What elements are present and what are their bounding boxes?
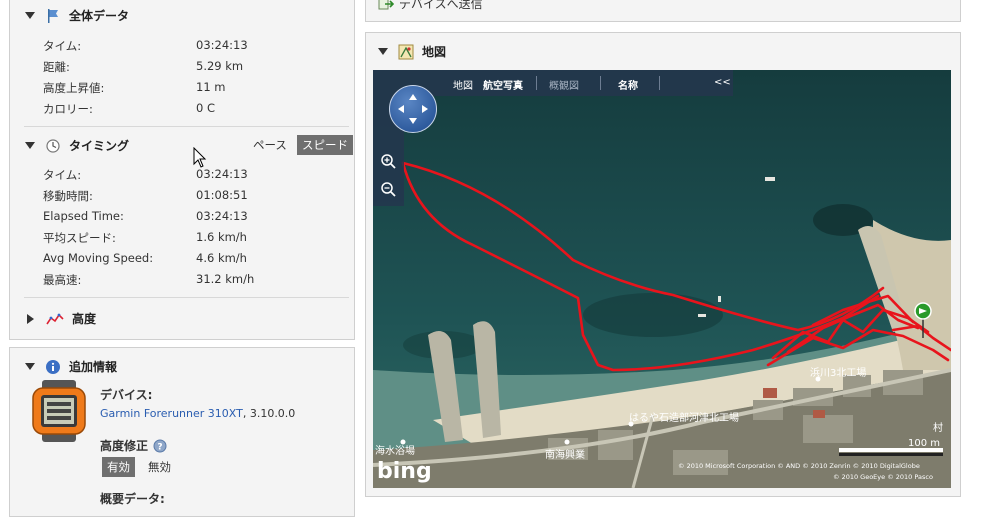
speed-toggle[interactable]: スピード — [297, 135, 353, 155]
zoom-out-icon — [381, 182, 396, 197]
bing-logo: bing — [377, 459, 432, 484]
copyright-line-2: © 2010 GeoEye © 2010 Pasco — [833, 473, 933, 481]
divider — [24, 126, 349, 127]
overall-calories-value: 0 C — [196, 101, 216, 115]
device-version: , 3.10.0.0 — [242, 407, 296, 420]
place-label-nankai: 南海興業 — [545, 448, 585, 461]
tab-divider — [600, 76, 601, 90]
zoom-in-icon — [381, 154, 396, 169]
overall-time-value: 03:24:13 — [196, 38, 248, 52]
expand-triangle-icon[interactable] — [27, 313, 34, 324]
aerial-imagery: 海水浴場 南海興業 はるや石造部河津北工場 浜川3北工場 村 100 m bin… — [373, 70, 951, 488]
tab-divider — [659, 76, 660, 90]
overall-calories-label: カロリー: — [43, 102, 93, 116]
divider — [24, 297, 349, 298]
overall-ascent-value: 11 m — [196, 80, 226, 94]
tab-divider — [536, 76, 537, 90]
enabled-toggle[interactable]: 有効 — [102, 457, 135, 477]
help-icon[interactable]: ? — [153, 439, 167, 453]
zoom-out-button[interactable] — [380, 181, 396, 197]
disabled-toggle[interactable]: 無効 — [143, 457, 176, 477]
timing-title: タイミング — [69, 139, 130, 153]
device-watch-image — [32, 380, 86, 442]
moving-time-label: 移動時間: — [43, 189, 93, 203]
extra-info-header[interactable]: 追加情報 — [25, 358, 117, 375]
elev-correction-label: 高度修正 — [100, 439, 149, 453]
map-title: 地図 — [422, 45, 447, 59]
clock-icon — [46, 138, 60, 153]
overall-distance-label: 距離: — [43, 60, 70, 74]
map-tab-labels[interactable]: 名称 — [618, 77, 638, 92]
pan-arrows-icon — [398, 94, 428, 124]
moving-time-value: 01:08:51 — [196, 188, 248, 202]
timing-time-label: タイム: — [43, 168, 82, 182]
map-tab-aerial[interactable]: 航空写真 — [483, 77, 523, 92]
collapse-triangle-icon[interactable] — [25, 363, 35, 370]
overall-title: 全体データ — [69, 9, 130, 23]
timing-header[interactable]: タイミング — [25, 137, 129, 154]
summary-panel: 全体データ タイム: 03:24:13 距離: 5.29 km 高度上昇値: 1… — [9, 0, 355, 340]
max-speed-value: 31.2 km/h — [196, 272, 255, 286]
overall-header[interactable]: 全体データ — [25, 7, 129, 24]
avg-moving-speed-value: 4.6 km/h — [196, 251, 247, 265]
place-label-factory2: 浜川3北工場 — [810, 366, 866, 379]
map-tab-birdseye[interactable]: 概観図 — [549, 77, 579, 92]
send-label: デバイスへ送信 — [399, 0, 483, 11]
overall-ascent-label: 高度上昇値: — [43, 81, 105, 95]
overall-distance-value: 5.29 km — [196, 59, 244, 73]
elevation-title: 高度 — [72, 312, 97, 326]
elev-correction-row: 高度修正 ? — [100, 437, 167, 454]
map-icon — [398, 44, 414, 59]
pan-control[interactable] — [389, 85, 437, 133]
map-tab-collapse[interactable]: << — [714, 77, 731, 88]
map-tab-road[interactable]: 地図 — [453, 77, 473, 92]
elapsed-time-label: Elapsed Time: — [43, 209, 124, 223]
device-label: デバイス: — [100, 388, 153, 402]
elevation-header[interactable]: 高度 — [27, 310, 96, 327]
send-to-device-link[interactable]: デバイスへ送信 — [378, 0, 483, 12]
device-info: Garmin Forerunner 310XT, 3.10.0.0 — [100, 407, 295, 420]
max-speed-label: 最高速: — [43, 273, 82, 287]
elevation-chart-icon — [46, 313, 64, 324]
collapse-triangle-icon[interactable] — [378, 48, 388, 55]
scale-label: 100 m — [908, 438, 940, 449]
send-arrow-icon — [378, 0, 394, 9]
pace-toggle[interactable]: ペース — [248, 135, 292, 155]
avg-moving-speed-label: Avg Moving Speed: — [43, 251, 154, 265]
flag-icon — [48, 8, 58, 23]
place-label-beach: 海水浴場 — [375, 444, 415, 457]
send-panel: デバイスへ送信 — [365, 0, 961, 22]
timing-time-value: 03:24:13 — [196, 167, 248, 181]
info-icon — [46, 359, 60, 374]
place-label-factory1: はるや石造部河津北工場 — [629, 411, 739, 424]
map-viewport[interactable]: 海水浴場 南海興業 はるや石造部河津北工場 浜川3北工場 村 100 m bin… — [373, 70, 951, 488]
extra-info-panel: 追加情報 デバイス: Garmin Forerunner 310XT, 3.10… — [9, 347, 355, 517]
copyright-line-1: © 2010 Microsoft Corporation © AND © 201… — [678, 462, 920, 470]
zoom-in-button[interactable] — [380, 153, 396, 169]
map-header[interactable]: 地図 — [378, 43, 446, 60]
collapse-triangle-icon[interactable] — [25, 12, 35, 19]
mouse-cursor-icon — [193, 147, 207, 168]
place-label-edge: 村 — [933, 421, 943, 434]
collapse-triangle-icon[interactable] — [25, 142, 35, 149]
extra-info-title: 追加情報 — [69, 360, 118, 374]
avg-speed-label: 平均スピード: — [43, 231, 116, 245]
elapsed-time-value: 03:24:13 — [196, 209, 248, 223]
summary-data-label: 概要データ: — [100, 492, 165, 506]
avg-speed-value: 1.6 km/h — [196, 230, 247, 244]
svg-text:?: ? — [157, 442, 162, 452]
overall-time-label: タイム: — [43, 39, 82, 53]
device-name-link[interactable]: Garmin Forerunner 310XT — [100, 407, 243, 420]
